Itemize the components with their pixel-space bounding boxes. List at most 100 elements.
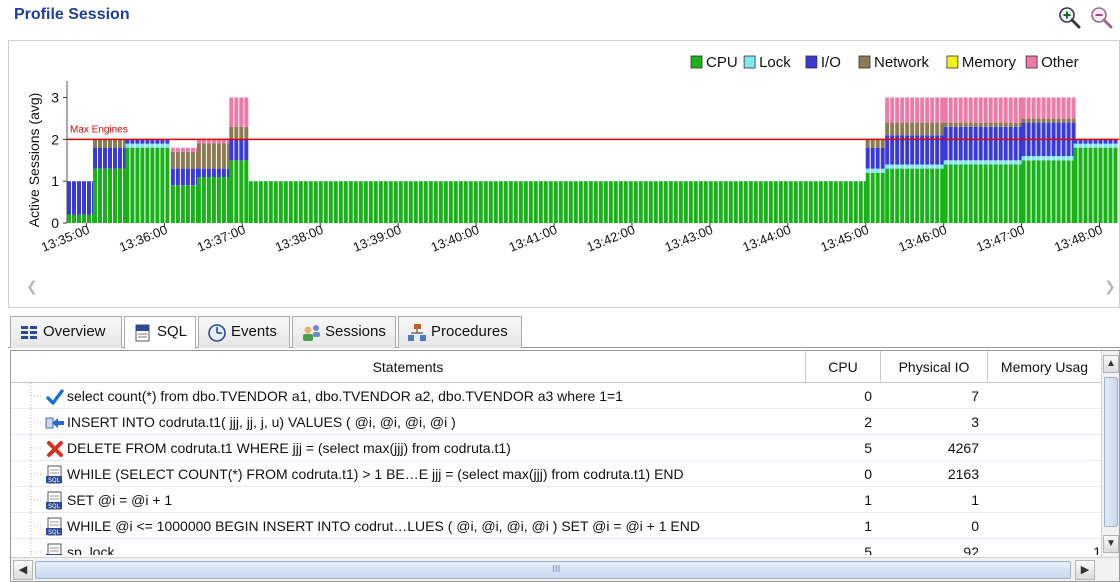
physical-io-cell: 3 [971,414,979,430]
horizontal-scrollbar[interactable]: ◀ III ▶ [11,557,1119,581]
bar-cpu [473,181,478,223]
tree-connector [30,409,43,435]
bar-cpu [388,181,393,223]
bar-cpu [268,181,273,223]
bar-cpu [713,181,718,223]
bar-cpu [229,160,234,223]
bar-lock [1056,156,1061,161]
vertical-scrollbar[interactable]: ▲ ▼ [1101,351,1119,557]
bar-cpu [753,181,758,223]
bar-lock [160,143,165,148]
bar-other [1031,97,1036,119]
bar-cpu [160,147,165,223]
physical-io-cell: 0 [971,518,979,534]
cpu-cell: 2 [864,414,872,430]
table-row[interactable]: SQL WHILE (SELECT COUNT(*) FROM codruta.t… [11,461,1101,487]
zoom-in-icon[interactable] [1056,4,1082,30]
cpu-cell: 5 [864,440,872,456]
bar-io [983,126,988,161]
bar-io [880,147,885,169]
bar-other [180,147,185,152]
bar-lock [865,168,870,173]
bar-lock [130,143,135,148]
cpu-cell: 0 [864,466,872,482]
bar-other [993,97,998,123]
tab-sql[interactable]: SQL [124,316,196,349]
x-tick-label: 13:37:00 [195,222,248,255]
insert-icon [45,417,64,429]
bar-network [865,139,870,148]
bar-cpu [201,177,206,223]
column-header-statements[interactable]: Statements [11,351,806,383]
cpu-cell: 1 [864,492,872,508]
table-row[interactable]: SQL SET @i = @i + 1 1 1 [11,487,1101,513]
physical-io-cell: 2163 [947,466,979,482]
scroll-right-icon[interactable]: ▶ [1075,560,1095,580]
chart-scroll-right-icon[interactable]: ❯ [1101,275,1119,297]
physical-io-cell: 1 [971,492,979,508]
column-header-memory-usage[interactable]: Memory Usag [988,351,1101,383]
bar-cpu [93,168,97,223]
bar-cpu [458,181,463,223]
bar-other [988,97,993,123]
bar-cpu [303,181,308,223]
bar-cpu [244,160,249,223]
x-tick-label: 13:47:00 [974,222,1027,255]
zoom-out-icon[interactable] [1088,4,1114,30]
bar-cpu [603,181,608,223]
sql-file-icon: SQL [46,491,62,510]
sql-file-icon: SQL [46,517,62,536]
memory-usage-cell [988,435,1101,461]
tab-procedures[interactable]: Procedures [398,316,522,348]
table-row[interactable]: DELETE FROM codruta.t1 WHERE jjj = (sele… [11,435,1101,461]
bar-network [1061,118,1066,123]
bar-cpu [67,214,71,223]
bar-cpu [658,181,663,223]
column-header-cpu[interactable]: CPU [806,351,881,383]
bar-cpu [283,181,288,223]
bar-cpu [978,164,983,223]
bar-cpu [968,164,973,223]
bar-io [221,168,226,177]
scroll-down-icon[interactable]: ▼ [1103,535,1119,553]
bar-cpu [643,181,648,223]
title-bar: Profile Session [0,0,1120,34]
vertical-scroll-thumb[interactable] [1104,377,1118,527]
scroll-left-icon[interactable]: ◀ [13,560,33,580]
bar-lock [125,143,130,148]
bar-io [978,126,983,161]
scroll-up-icon[interactable]: ▲ [1103,355,1119,373]
bar-network [229,126,234,140]
table-row[interactable]: INSERT INTO codruta.t1( jjj, jj, j, u) V… [11,409,1101,435]
chart-scroll-left-icon[interactable]: ❮ [23,275,41,297]
bar-network [216,143,221,169]
svg-text:SQL: SQL [48,529,61,536]
legend-label: I/O [821,54,841,71]
bar-cpu [708,181,713,223]
bar-lock [935,164,940,169]
bar-other [963,97,968,123]
bar-other [1061,97,1066,119]
bar-network [988,122,993,127]
bar-network [940,122,945,136]
bar-cpu [428,181,433,223]
bar-cpu [578,181,583,223]
tab-sessions[interactable]: Sessions [292,316,396,348]
bar-cpu [758,181,763,223]
bar-io [93,147,97,169]
horizontal-scroll-thumb[interactable]: III [35,561,1071,579]
column-header-physical-io[interactable]: Physical IO [881,351,988,383]
bar-network [973,122,978,127]
table-row[interactable]: select count(*) from dbo.TVENDOR a1, dbo… [11,383,1101,409]
x-tick-label: 13:44:00 [740,222,793,255]
table-row[interactable]: SQL sp_lock 5 92 1 [11,539,1101,555]
bar-cpu [293,181,298,223]
tab-overview[interactable]: Overview [10,316,122,348]
table-row[interactable]: SQL WHILE @i <= 1000000 BEGIN INSERT INTO… [11,513,1101,539]
bar-network [1003,122,1008,127]
bar-network [978,122,983,127]
bar-cpu [875,172,880,223]
bar-lock [948,160,953,165]
bar-lock [1088,143,1093,148]
tab-events[interactable]: Events [198,316,290,348]
